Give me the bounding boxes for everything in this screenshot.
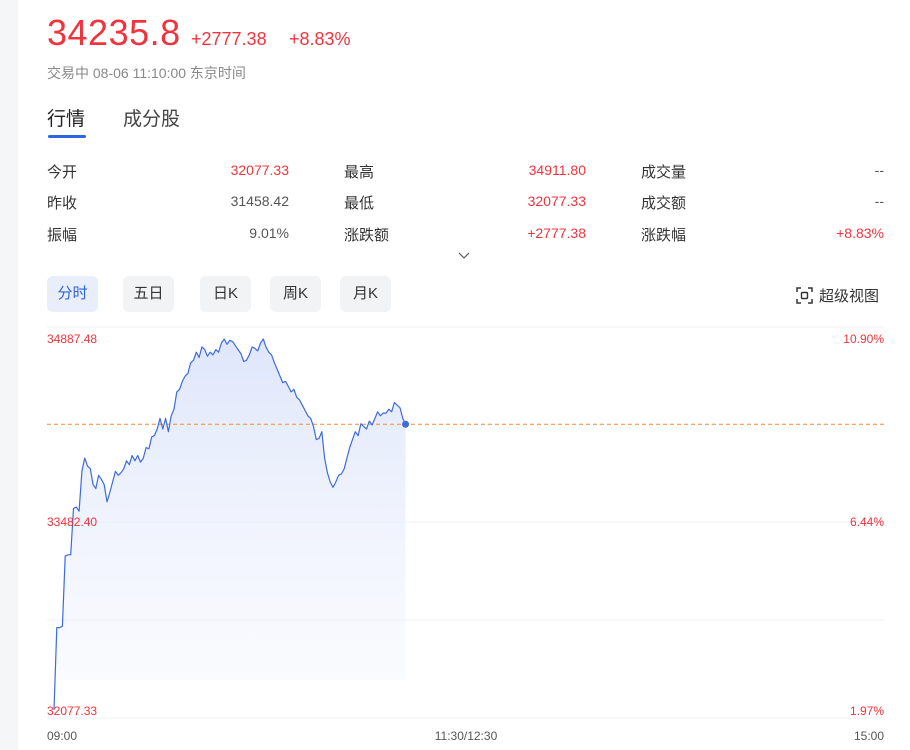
y-axis-left-label: 34887.48: [47, 332, 97, 346]
x-axis-label: 15:00: [854, 729, 884, 743]
intraday-chart[interactable]: 34887.48 33482.40 32077.33 10.90% 6.44% 1.97%…: [0, 0, 910, 750]
y-axis-right-label: 6.44%: [850, 515, 884, 529]
y-axis-left-label: 33482.40: [47, 515, 97, 529]
y-axis-right-label: 1.97%: [850, 704, 884, 718]
last-price-dot: [402, 420, 410, 428]
price-area-fill: [54, 339, 406, 710]
x-axis-label: 11:30/12:30: [435, 729, 498, 743]
y-axis-left-label: 32077.33: [47, 704, 97, 718]
y-axis-right-label: 10.90%: [843, 332, 884, 346]
x-axis-label: 09:00: [47, 729, 77, 743]
